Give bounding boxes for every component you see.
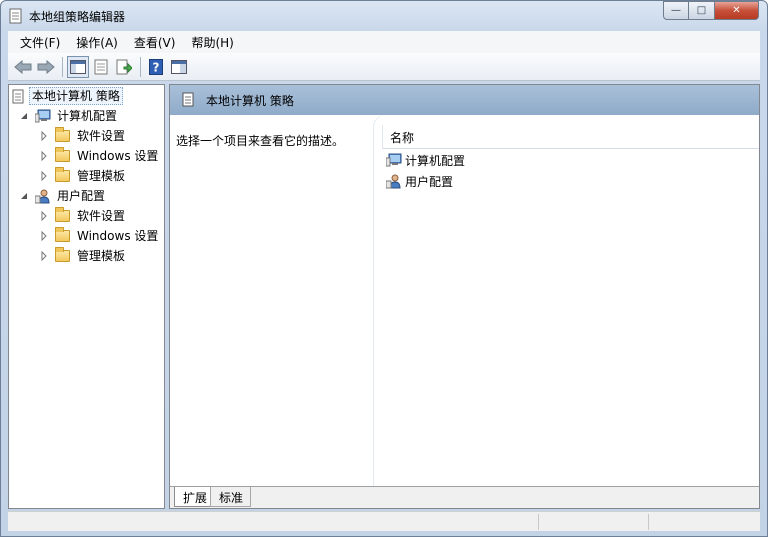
folder-icon: [55, 147, 70, 162]
main-window: 本地组策略编辑器 — □ ✕ 文件(F) 操作(A) 查看(V) 帮助(H) ?…: [0, 0, 768, 537]
description-area: 选择一个项目来查看它的描述。: [170, 115, 382, 486]
list-item-label: 计算机配置: [405, 153, 466, 168]
details-pane: 本地计算机 策略 选择一个项目来查看它的描述。 名称 计算机配置 用户配置 扩展…: [169, 84, 760, 509]
tab-extended[interactable]: 扩展: [174, 487, 216, 507]
tree-item-local-policy[interactable]: 本地计算机 策略: [12, 86, 123, 106]
policy-document-icon: [12, 89, 24, 103]
policy-document-icon: [9, 8, 22, 24]
user-icon: [35, 189, 50, 203]
extended-view-icon: [171, 59, 187, 74]
tree-item-label: 软件设置: [77, 209, 126, 223]
collapsed-triangle-icon[interactable]: [39, 131, 49, 141]
tree-item-label: 管理模板: [77, 169, 126, 183]
properties-button[interactable]: [90, 56, 112, 78]
title-bar[interactable]: 本地组策略编辑器 — □ ✕: [1, 1, 767, 31]
collapsed-triangle-icon[interactable]: [39, 251, 49, 261]
menu-action[interactable]: 操作(A): [68, 34, 126, 51]
collapsed-triangle-icon[interactable]: [39, 211, 49, 221]
tree-item-computer-windows-settings[interactable]: Windows 设置: [39, 146, 160, 166]
tree-item-computer-admin-templates[interactable]: 管理模板: [39, 166, 127, 186]
details-body: 选择一个项目来查看它的描述。 名称 计算机配置 用户配置: [170, 115, 759, 486]
tree-item-label: Windows 设置: [77, 149, 159, 163]
back-button[interactable]: [12, 56, 34, 78]
forward-arrow-icon: [37, 59, 55, 74]
expanded-triangle-icon[interactable]: [19, 111, 29, 121]
tree-item-user-software-settings[interactable]: 软件设置: [39, 206, 127, 226]
menu-help[interactable]: 帮助(H): [183, 34, 241, 51]
export-list-icon: [116, 59, 132, 74]
details-header: 本地计算机 策略: [170, 85, 759, 115]
details-title: 本地计算机 策略: [206, 94, 294, 108]
properties-icon: [94, 59, 108, 74]
computer-icon: [35, 109, 51, 123]
toolbar: ?: [8, 53, 760, 81]
list-item-computer-config[interactable]: 计算机配置: [386, 150, 465, 170]
collapsed-triangle-icon[interactable]: [39, 231, 49, 241]
extended-view-button[interactable]: [168, 56, 190, 78]
tree-item-user-windows-settings[interactable]: Windows 设置: [39, 226, 160, 246]
tree-root-label: 本地计算机 策略: [29, 87, 123, 105]
list-item-user-config[interactable]: 用户配置: [386, 171, 453, 191]
tree-item-label: 软件设置: [77, 129, 126, 143]
tree-item-label: 管理模板: [77, 249, 126, 263]
svg-text:?: ?: [153, 60, 160, 74]
column-divider: [382, 125, 383, 149]
folder-icon: [55, 127, 70, 142]
menu-file[interactable]: 文件(F): [12, 34, 68, 51]
collapsed-triangle-icon[interactable]: [39, 171, 49, 181]
show-hide-tree-button[interactable]: [67, 55, 89, 78]
status-divider: [538, 514, 539, 530]
folder-icon: [55, 227, 70, 242]
minimize-button[interactable]: —: [663, 1, 689, 20]
toolbar-separator: [62, 56, 63, 77]
forward-button[interactable]: [35, 56, 57, 78]
tab-standard[interactable]: 标准: [210, 487, 252, 507]
user-icon: [386, 174, 401, 188]
show-hide-tree-icon: [70, 59, 86, 74]
close-button[interactable]: ✕: [715, 1, 759, 20]
status-divider: [648, 514, 649, 530]
export-list-button[interactable]: [113, 56, 135, 78]
tree-item-label: Windows 设置: [77, 229, 159, 243]
menu-bar: 文件(F) 操作(A) 查看(V) 帮助(H): [8, 31, 760, 53]
folder-icon: [55, 207, 70, 222]
menu-view[interactable]: 查看(V): [126, 34, 184, 51]
collapsed-triangle-icon[interactable]: [39, 151, 49, 161]
status-bar: [8, 511, 760, 531]
window-controls: — □ ✕: [663, 1, 759, 21]
tree-item-user-config[interactable]: 用户配置: [19, 186, 107, 206]
help-button[interactable]: ?: [145, 56, 167, 78]
list-item-label: 用户配置: [405, 174, 454, 189]
close-icon: ✕: [732, 5, 741, 16]
tree-pane[interactable]: 本地计算机 策略 计算机配置 软件设置 Windows 设置 管理模板 用户配置…: [8, 84, 165, 509]
view-tabs: 扩展 标准: [170, 486, 759, 508]
toolbar-separator: [140, 56, 141, 77]
column-name-label: 名称: [390, 131, 415, 145]
folder-icon: [55, 247, 70, 262]
maximize-button[interactable]: □: [689, 1, 715, 20]
minimize-icon: —: [671, 5, 681, 16]
policy-document-icon: [182, 92, 194, 107]
tree-item-computer-software-settings[interactable]: 软件设置: [39, 126, 127, 146]
description-text: 选择一个项目来查看它的描述。: [176, 134, 345, 148]
tree-item-computer-config[interactable]: 计算机配置: [19, 106, 119, 126]
tree-item-user-admin-templates[interactable]: 管理模板: [39, 246, 127, 266]
tree-item-label: 用户配置: [57, 189, 106, 203]
tree-item-label: 计算机配置: [57, 109, 118, 123]
column-header-name[interactable]: 名称: [382, 125, 759, 149]
item-list[interactable]: 名称 计算机配置 用户配置: [374, 115, 759, 486]
computer-icon: [386, 153, 402, 167]
window-title: 本地组策略编辑器: [29, 10, 126, 24]
folder-icon: [55, 167, 70, 182]
expanded-triangle-icon[interactable]: [19, 191, 29, 201]
help-icon: ?: [149, 58, 163, 75]
back-arrow-icon: [14, 59, 32, 74]
maximize-icon: □: [696, 5, 707, 16]
